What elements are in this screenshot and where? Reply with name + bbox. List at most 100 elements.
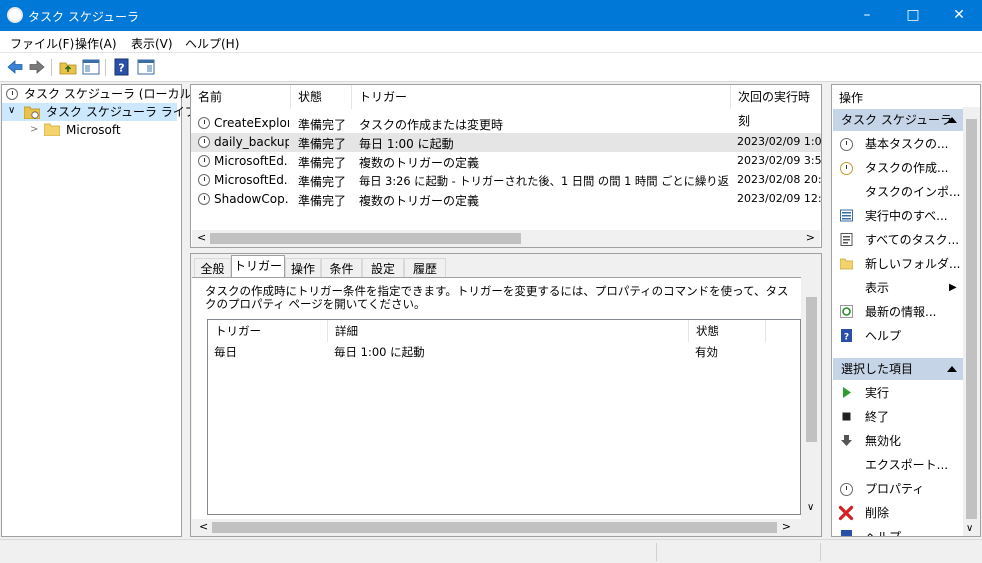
action-refresh[interactable]: 最新の情報... — [832, 301, 964, 323]
menu-action[interactable]: 操作(A) — [75, 35, 117, 52]
close-button[interactable]: ✕ — [936, 0, 982, 31]
table-row[interactable]: ShadowCop... 準備完了 複数のトリガーの定義 2023/02/09 … — [191, 190, 821, 209]
task-details-pane: 全般 トリガー 操作 条件 設定 履歴 タスクの作成時にトリガー条件を指定できま… — [190, 253, 822, 537]
action-run[interactable]: 実行 — [832, 382, 964, 404]
chevron-right-icon[interactable]: > — [30, 121, 38, 139]
column-header-status[interactable]: 状態 — [291, 85, 352, 109]
action-disable[interactable]: 無効化 — [832, 430, 964, 452]
help-icon[interactable]: ? — [113, 58, 131, 76]
scrollbar-thumb[interactable] — [210, 233, 521, 244]
action-label: 新しいフォルダ... — [865, 257, 961, 271]
actions-section-selected[interactable]: 選択した項目 — [833, 358, 963, 380]
status-bar — [0, 539, 982, 563]
menu-view[interactable]: 表示(V) — [131, 35, 173, 52]
scrollbar-thumb[interactable] — [806, 297, 817, 442]
scroll-left-icon[interactable]: < — [199, 520, 208, 533]
table-row[interactable]: 毎日 毎日 1:00 に起動 有効 — [208, 342, 800, 361]
scroll-down-icon[interactable]: ∨ — [966, 523, 973, 534]
column-header-trigger[interactable]: トリガー — [352, 85, 731, 109]
action-label: 基本タスクの... — [865, 137, 949, 151]
table-row[interactable]: daily_backup 準備完了 毎日 1:00 に起動 2023/02/09… — [191, 133, 821, 152]
folder-clock-icon — [24, 106, 40, 119]
table-row[interactable]: MicrosoftEd... 準備完了 毎日 3:26 に起動 - トリガーされ… — [191, 171, 821, 190]
task-status: 準備完了 — [298, 175, 347, 189]
list-running-icon — [840, 209, 853, 222]
action-export[interactable]: エクスポート... — [832, 454, 964, 476]
folder-up-icon[interactable] — [59, 58, 77, 76]
minimize-button[interactable]: – — [844, 0, 890, 31]
task-next-run: 2023/02/09 12:00 — [737, 192, 821, 205]
toolbar-divider — [51, 59, 52, 76]
window-title: タスク スケジューラ — [28, 10, 139, 24]
actions-section-scheduler[interactable]: タスク スケジューラ ... — [833, 109, 963, 149]
tab-general[interactable]: 全般 — [194, 258, 231, 278]
actions-pane: 操作 タスク スケジューラ ... 基本タスクの... タスクの作成... タス… — [831, 84, 981, 537]
console-tree: タスク スケジューラ (ローカル) ∨ タスク スケジューラ ライブラリ > M… — [1, 84, 221, 537]
task-list: 名前 状態 トリガー 次回の実行時刻 CreateExplor... 準備完了 … — [190, 84, 822, 248]
action-view[interactable]: 表示 ▶ — [832, 277, 964, 299]
tab-conditions[interactable]: 条件 — [321, 258, 362, 278]
action-properties[interactable]: プロパティ — [832, 478, 964, 500]
action-create-basic-task[interactable]: 基本タスクの... — [832, 133, 964, 155]
collapse-arrow-icon[interactable] — [947, 366, 957, 372]
svg-text:?: ? — [118, 62, 124, 75]
scroll-left-icon[interactable]: < — [197, 231, 206, 244]
task-next-run: 2023/02/08 20:26 — [737, 173, 821, 186]
horizontal-scrollbar[interactable]: < > — [192, 519, 801, 536]
tab-actions[interactable]: 操作 — [285, 258, 321, 278]
folder-icon — [44, 123, 60, 136]
action-help-selected[interactable]: ヘルプ — [832, 526, 964, 536]
action-new-folder[interactable]: 新しいフォルダ... — [832, 253, 964, 275]
task-next-run: 2023/02/09 3:56: — [737, 154, 821, 167]
horizontal-scrollbar[interactable]: < > — [192, 230, 820, 247]
action-label: すべてのタスク... — [865, 233, 960, 247]
task-name: MicrosoftEd... — [214, 154, 289, 168]
tab-settings[interactable]: 設定 — [362, 258, 404, 278]
vertical-scrollbar[interactable]: ∨ — [803, 277, 820, 517]
menu-help[interactable]: ヘルプ(H) — [185, 35, 239, 52]
refresh-icon — [840, 305, 853, 318]
column-header-trigger[interactable]: トリガー — [208, 320, 328, 342]
menu-file[interactable]: ファイル(F) — [10, 35, 74, 52]
vertical-scrollbar[interactable]: ∨ — [963, 107, 980, 536]
tab-triggers[interactable]: トリガー — [231, 255, 285, 278]
column-header-detail[interactable]: 詳細 — [328, 320, 689, 342]
scrollbar-thumb[interactable] — [966, 119, 977, 519]
tab-history[interactable]: 履歴 — [404, 258, 446, 278]
maximize-button[interactable]: □ — [890, 0, 936, 31]
new-folder-icon — [840, 258, 853, 270]
column-header-next-run[interactable]: 次回の実行時刻 — [731, 85, 821, 128]
collapse-arrow-icon[interactable] — [947, 117, 957, 123]
table-row[interactable]: CreateExplor... 準備完了 タスクの作成または変更時 — [191, 114, 821, 133]
show-hide-tree-icon[interactable] — [82, 58, 100, 76]
action-enable-all-history[interactable]: すべてのタスク... — [832, 229, 964, 251]
scroll-down-icon[interactable]: ∨ — [807, 502, 814, 513]
help-icon: ? — [841, 329, 852, 342]
tree-item-microsoft-label: Microsoft — [66, 123, 121, 137]
toolbar: ? — [0, 53, 982, 82]
action-show-running[interactable]: 実行中のすべ... — [832, 205, 964, 227]
column-header-name[interactable]: 名前 — [191, 85, 291, 109]
show-hide-action-pane-icon[interactable] — [137, 58, 155, 76]
clock-properties-icon — [840, 483, 853, 496]
tree-root-label: タスク スケジューラ (ローカル) — [24, 87, 197, 101]
forward-arrow-icon[interactable] — [28, 58, 46, 76]
action-import-task[interactable]: タスクのインポ... — [832, 181, 964, 203]
scroll-right-icon[interactable]: > — [782, 520, 791, 533]
task-next-run: 2023/02/09 1:00: — [737, 135, 821, 148]
action-label: エクスポート... — [865, 458, 949, 472]
tree-item-library[interactable]: ∨ タスク スケジューラ ライブラリ — [2, 102, 221, 121]
back-arrow-icon[interactable] — [6, 58, 24, 76]
action-help[interactable]: ? ヘルプ — [832, 325, 964, 347]
action-create-task[interactable]: タスクの作成... — [832, 157, 964, 179]
detail-tabs: 全般 トリガー 操作 条件 設定 履歴 — [192, 255, 820, 278]
task-clock-icon — [198, 136, 210, 148]
scrollbar-thumb[interactable] — [212, 522, 777, 533]
column-header-state[interactable]: 状態 — [689, 320, 766, 342]
scroll-right-icon[interactable]: > — [806, 231, 815, 244]
table-row[interactable]: MicrosoftEd... 準備完了 複数のトリガーの定義 2023/02/0… — [191, 152, 821, 171]
task-clock-icon — [198, 155, 210, 167]
action-delete[interactable]: 削除 — [832, 502, 964, 524]
chevron-down-icon[interactable]: ∨ — [8, 102, 15, 120]
action-end[interactable]: 終了 — [832, 406, 964, 428]
